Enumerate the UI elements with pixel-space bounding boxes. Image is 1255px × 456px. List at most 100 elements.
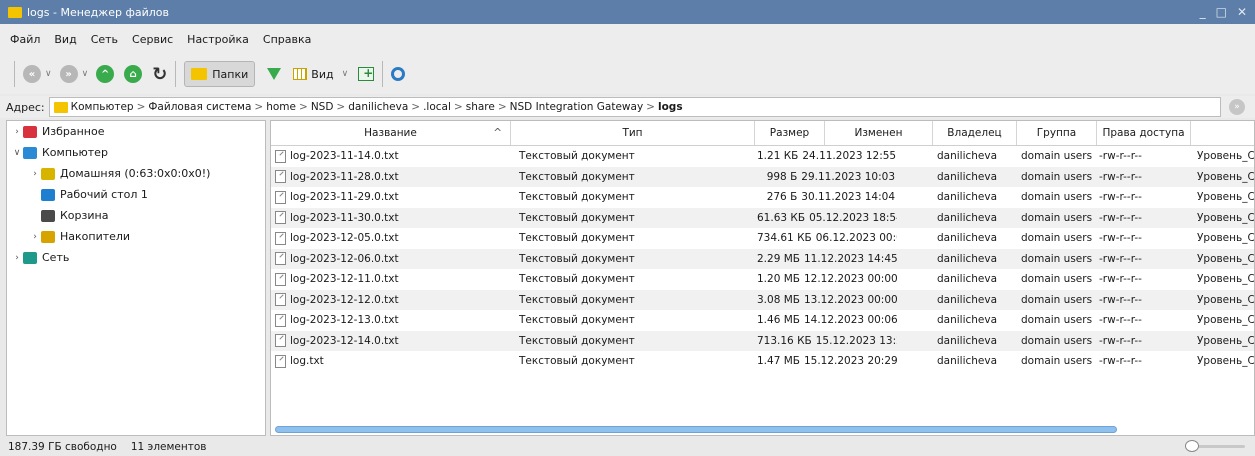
column-size[interactable]: Размер — [755, 121, 825, 145]
file-extra: Уровень_С — [1197, 191, 1255, 204]
window-controls: _ □ ✕ — [1200, 5, 1247, 19]
file-type: Текстовый документ — [519, 334, 635, 347]
folder-icon — [191, 68, 208, 80]
expand-arrow-icon[interactable]: › — [29, 232, 41, 242]
breadcrumb-local[interactable]: .local — [423, 101, 451, 113]
column-group[interactable]: Группа — [1017, 121, 1097, 145]
horizontal-scrollbar[interactable] — [275, 426, 1117, 433]
collapse-arrow-icon[interactable]: ∨ — [11, 148, 23, 158]
tree-item[interactable]: › Избранное — [7, 121, 265, 142]
column-permissions[interactable]: Права доступа — [1097, 121, 1191, 145]
text-file-icon — [275, 170, 286, 184]
file-row[interactable]: log-2023-12-14.0.txt Текстовый документ 71… — [271, 330, 1254, 351]
file-type: Текстовый документ — [519, 150, 635, 163]
file-row[interactable]: log-2023-12-05.0.txt Текстовый документ 73… — [271, 228, 1254, 249]
expand-arrow-icon[interactable]: › — [29, 169, 41, 179]
up-button[interactable]: ^ — [96, 61, 115, 87]
back-button[interactable]: « ∨ — [23, 61, 56, 87]
file-name-cell: log-2023-11-14.0.txt — [271, 149, 511, 163]
column-owner[interactable]: Владелец — [933, 121, 1017, 145]
file-permissions: -rw-r--r-- — [1099, 293, 1142, 306]
menu-network[interactable]: Сеть — [91, 33, 118, 46]
home-button[interactable]: ⌂ — [124, 61, 143, 87]
search-button[interactable] — [391, 61, 406, 87]
view-mode-button[interactable]: Вид ∨ — [293, 61, 352, 87]
file-name: log-2023-12-13.0.txt — [290, 314, 399, 327]
column-type[interactable]: Тип — [511, 121, 755, 145]
file-row[interactable]: log-2023-12-12.0.txt Текстовый документ 3.… — [271, 289, 1254, 310]
address-field[interactable]: Компьютер > Файловая система > home > NS… — [48, 97, 1221, 117]
maximize-button[interactable]: □ — [1216, 5, 1227, 19]
text-file-icon — [275, 149, 286, 163]
file-list: Название ^ Тип Размер Изменен Владелец Г… — [270, 120, 1255, 436]
file-list-header: Название ^ Тип Размер Изменен Владелец Г… — [271, 121, 1254, 146]
chevron-down-icon[interactable]: ∨ — [82, 69, 89, 79]
file-row[interactable]: log.txt Текстовый документ 1.47 МБ 15.12.20… — [271, 351, 1255, 372]
tree-item[interactable]: Корзина — [7, 205, 265, 226]
tree-item[interactable]: › Домашняя (0:63:0x0:0x0!) — [7, 163, 265, 184]
breadcrumb-user[interactable]: danilicheva — [348, 101, 408, 113]
menu-service[interactable]: Сервис — [132, 33, 173, 46]
file-size: 998 Б — [766, 170, 798, 183]
menu-file[interactable]: Файл — [10, 33, 40, 46]
slider-handle[interactable] — [1185, 440, 1199, 452]
chevron-down-icon[interactable]: ∨ — [342, 69, 349, 79]
close-button[interactable]: ✕ — [1237, 5, 1247, 19]
file-group: domain users — [1021, 273, 1093, 286]
file-name-cell: log-2023-11-28.0.txt — [271, 170, 511, 184]
file-group: domain users — [1021, 334, 1093, 347]
refresh-button[interactable]: ↻ — [152, 61, 167, 87]
breadcrumb-share[interactable]: share — [466, 101, 495, 113]
file-row[interactable]: log-2023-11-30.0.txt Текстовый документ 61… — [271, 207, 1254, 228]
file-extra: Уровень_С — [1197, 355, 1255, 368]
file-type: Текстовый документ — [519, 273, 635, 286]
file-permissions: -rw-r--r-- — [1099, 211, 1142, 224]
file-size-modified: 1.20 МБ 12.12.2023 00:00 — [755, 273, 897, 285]
chevron-down-icon[interactable]: ∨ — [45, 69, 52, 79]
tree-item[interactable]: › Сеть — [7, 247, 265, 268]
file-row[interactable]: log-2023-11-28.0.txt Текстовый документ 99… — [271, 166, 1254, 187]
zoom-slider[interactable] — [1185, 440, 1245, 452]
file-row[interactable]: log-2023-12-06.0.txt Текстовый документ 2.… — [271, 248, 1254, 269]
file-row[interactable]: log-2023-12-13.0.txt Текстовый документ 1.… — [271, 310, 1254, 331]
go-button[interactable]: » — [1229, 99, 1245, 115]
view-label: Вид — [311, 67, 334, 81]
file-size-modified: 1.21 КБ 24.11.2023 12:55 — [755, 150, 897, 162]
menu-view[interactable]: Вид — [54, 33, 76, 46]
file-type: Текстовый документ — [519, 170, 635, 183]
breadcrumb-computer[interactable]: Компьютер — [71, 101, 134, 113]
tree-item[interactable]: Рабочий стол 1 — [7, 184, 265, 205]
menu-help[interactable]: Справка — [263, 33, 311, 46]
breadcrumb-filesystem[interactable]: Файловая система — [148, 101, 251, 113]
file-modified: 13.12.2023 00:00 — [803, 293, 897, 306]
file-modified: 29.11.2023 10:03 — [801, 170, 895, 183]
breadcrumb-gateway[interactable]: NSD Integration Gateway — [510, 101, 644, 113]
minimize-button[interactable]: _ — [1200, 5, 1206, 19]
menu-settings[interactable]: Настройка — [187, 33, 249, 46]
forward-button[interactable]: » ∨ — [59, 61, 93, 87]
breadcrumb-home[interactable]: home — [266, 101, 296, 113]
new-panel-button[interactable] — [358, 61, 375, 87]
expand-arrow-icon[interactable]: › — [11, 127, 23, 137]
filter-button[interactable] — [267, 61, 282, 87]
file-row[interactable]: log-2023-12-11.0.txt Текстовый документ 1.… — [271, 269, 1254, 290]
column-name[interactable]: Название ^ — [271, 121, 511, 145]
file-name-cell: log-2023-12-13.0.txt — [271, 313, 511, 327]
file-owner: danilicheva — [937, 334, 998, 347]
tree-item[interactable]: › Накопители — [7, 226, 265, 247]
breadcrumb-logs[interactable]: logs — [658, 101, 683, 113]
file-row[interactable]: log-2023-11-14.0.txt Текстовый документ 1.… — [271, 146, 1254, 167]
file-row[interactable]: log-2023-11-29.0.txt Текстовый документ 27… — [271, 187, 1255, 208]
column-modified[interactable]: Изменен — [825, 121, 933, 145]
column-extra[interactable] — [1191, 121, 1254, 145]
file-permissions: -rw-r--r-- — [1099, 191, 1142, 204]
item-count: 11 элементов — [130, 440, 207, 453]
folders-toggle-button[interactable]: Папки — [184, 61, 256, 87]
home-icon: ⌂ — [124, 65, 143, 83]
tree-item[interactable]: ∨ Компьютер — [7, 142, 265, 163]
breadcrumb-nsd[interactable]: NSD — [311, 101, 334, 113]
file-permissions: -rw-r--r-- — [1099, 150, 1142, 163]
expand-arrow-icon[interactable]: › — [11, 253, 23, 263]
text-file-icon — [275, 252, 286, 266]
view-list-icon — [293, 68, 308, 80]
